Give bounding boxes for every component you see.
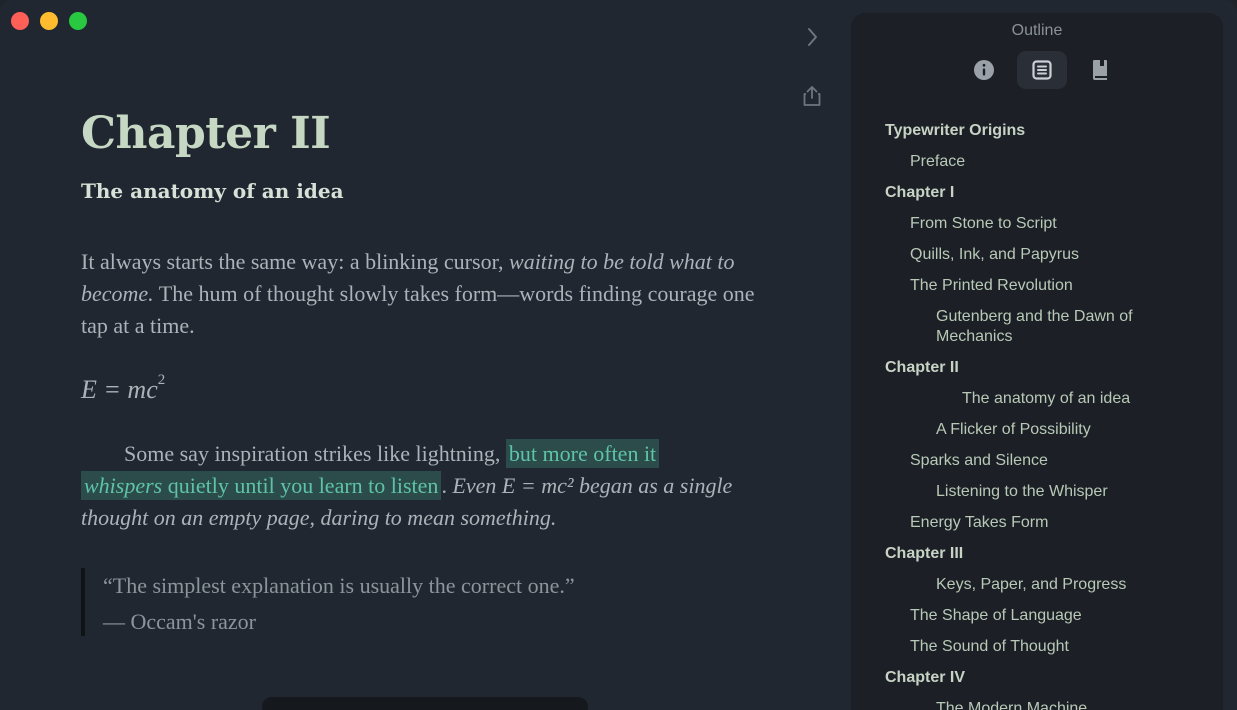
chevron-right-icon[interactable] xyxy=(801,24,823,56)
math-formula: E = mc2 xyxy=(81,372,165,405)
outline-item[interactable]: Gutenberg and the Dawn of Mechanics xyxy=(936,307,1156,347)
formula-base: E = mc xyxy=(81,375,158,404)
outline-item[interactable]: Keys, Paper, and Progress xyxy=(936,575,1156,595)
tab-outline[interactable] xyxy=(1017,51,1067,89)
outline-item[interactable]: Sparks and Silence xyxy=(910,451,1130,471)
p1-text: It always starts the same way: a blinkin… xyxy=(81,249,509,274)
close-window-button[interactable] xyxy=(11,12,29,30)
outline-item[interactable]: Chapter III xyxy=(885,544,1105,564)
outline-item[interactable]: Chapter II xyxy=(885,358,1105,378)
highlight-italic: whispers xyxy=(84,473,162,498)
app-window: Chapter II The anatomy of an idea It alw… xyxy=(0,0,1237,710)
minimize-window-button[interactable] xyxy=(40,12,58,30)
outline-item[interactable]: Listening to the Whisper xyxy=(936,482,1156,502)
quote-attribution: — Occam's razor xyxy=(103,604,703,640)
window-controls xyxy=(11,12,87,30)
bottom-toolbar[interactable] xyxy=(262,697,588,710)
outline-item[interactable]: The Sound of Thought xyxy=(910,637,1130,657)
p2-text: Some say inspiration strikes like lightn… xyxy=(124,441,506,466)
sidebar-title: Outline xyxy=(851,22,1223,40)
outline-item[interactable]: The Modern Machine xyxy=(936,699,1156,710)
tab-info[interactable] xyxy=(959,51,1009,89)
zoom-window-button[interactable] xyxy=(69,12,87,30)
outline-item[interactable]: The anatomy of an idea xyxy=(962,389,1182,409)
quote-text: “The simplest explanation is usually the… xyxy=(103,568,703,604)
info-icon xyxy=(973,59,995,81)
outline-item[interactable]: Typewriter Origins xyxy=(885,121,1105,141)
outline-item[interactable]: Quills, Ink, and Papyrus xyxy=(910,245,1130,265)
outline-item[interactable]: A Flicker of Possibility xyxy=(936,420,1156,440)
outline-item[interactable]: Chapter IV xyxy=(885,668,1105,688)
p1-text-end: The hum of thought slowly takes form—wor… xyxy=(81,281,755,338)
outline-item[interactable]: Chapter I xyxy=(885,183,1105,203)
paragraph-2: Some say inspiration strikes like lightn… xyxy=(81,438,761,534)
highlight-2: whispers quietly until you learn to list… xyxy=(81,471,441,500)
outline-icon xyxy=(1032,60,1052,80)
chapter-subheading: The anatomy of an idea xyxy=(81,179,344,203)
book-icon xyxy=(1091,59,1109,81)
highlight-text: quietly until you learn to listen xyxy=(162,473,438,498)
outline-item[interactable]: From Stone to Script xyxy=(910,214,1130,234)
outline-item[interactable]: Preface xyxy=(910,152,1130,172)
outline-item[interactable]: Energy Takes Form xyxy=(910,513,1130,533)
blockquote: “The simplest explanation is usually the… xyxy=(81,568,703,636)
outline-sidebar: Outline Typewriter Origins Preface Chapter… xyxy=(851,13,1223,710)
formula-exponent: 2 xyxy=(158,372,166,388)
p2-period: . xyxy=(441,473,452,498)
highlight-1: but more often it xyxy=(506,439,659,468)
share-icon[interactable] xyxy=(801,84,823,114)
tab-book[interactable] xyxy=(1075,51,1125,89)
chapter-heading: Chapter II xyxy=(81,108,330,159)
outline-item[interactable]: The Shape of Language xyxy=(910,606,1130,626)
paragraph-1: It always starts the same way: a blinkin… xyxy=(81,246,761,342)
sidebar-tabs xyxy=(959,51,1125,89)
outline-item[interactable]: The Printed Revolution xyxy=(910,276,1130,296)
